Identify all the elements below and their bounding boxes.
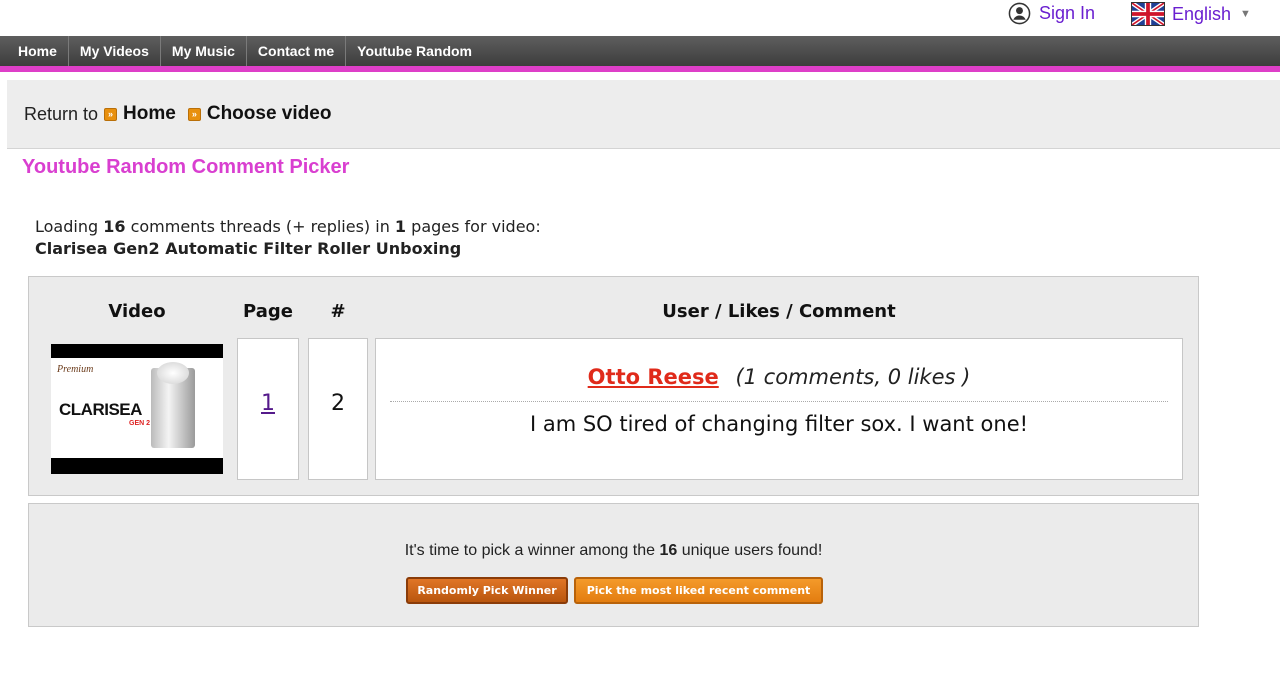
nav-item-my-videos[interactable]: My Videos: [69, 36, 161, 66]
user-name-link[interactable]: Otto Reese: [588, 365, 719, 389]
breadcrumb-prefix: Return to: [24, 103, 99, 124]
breadcrumb-choose-video-link[interactable]: Choose video: [207, 103, 332, 125]
nav-item-my-music[interactable]: My Music: [161, 36, 247, 66]
language-selector[interactable]: English ▼: [1131, 2, 1251, 26]
comment-text: I am SO tired of changing filter sox. I …: [529, 412, 1029, 436]
breadcrumb-home-link[interactable]: Home: [123, 103, 176, 125]
breadcrumb: Return to » Home » Choose video: [7, 80, 1280, 149]
thumbnail-frame: Premium CLARISEA GEN 2: [51, 358, 223, 458]
comment-number: 2: [331, 391, 345, 416]
page-title: Youtube Random Comment Picker: [22, 156, 350, 178]
sign-in-label: Sign In: [1039, 3, 1096, 23]
user-stats: (1 comments, 0 likes ): [735, 365, 971, 389]
chevron-down-icon: ▼: [1240, 8, 1251, 20]
page-count: 1: [394, 217, 407, 236]
winner-prompt: It's time to pick a winner among the 16 …: [29, 542, 1198, 560]
device-roll-image: [157, 362, 189, 384]
user-circle-icon: [1008, 2, 1031, 25]
brand-logo: Premium: [57, 364, 94, 375]
comment-cell: Otto Reese (1 comments, 0 likes ) I am S…: [375, 338, 1183, 480]
most-liked-comment-button[interactable]: Pick the most liked recent comment: [574, 577, 823, 604]
comment-count: 16: [103, 217, 126, 236]
winner-text: unique users found!: [681, 542, 823, 559]
arrow-right-icon: »: [187, 107, 201, 121]
nav-item-home[interactable]: Home: [0, 36, 69, 66]
unique-user-count: 16: [659, 542, 678, 559]
language-label: English: [1172, 3, 1232, 24]
page-cell: 1: [237, 338, 299, 480]
video-thumbnail[interactable]: Premium CLARISEA GEN 2: [51, 344, 223, 474]
winner-panel: It's time to pick a winner among the 16 …: [28, 503, 1199, 627]
uk-flag-icon: [1131, 2, 1165, 26]
main-nav: Home My Videos My Music Contact me Youtu…: [0, 36, 1280, 72]
nav-item-youtube-random[interactable]: Youtube Random: [346, 36, 483, 66]
results-panel: Video Page # User / Likes / Comment Prem…: [28, 276, 1199, 496]
loading-text: comments threads (+ replies) in: [130, 217, 390, 236]
loading-text: pages for video:: [411, 217, 541, 236]
page-link[interactable]: 1: [238, 391, 298, 416]
column-header-video: Video: [108, 301, 166, 322]
user-line: Otto Reese (1 comments, 0 likes ): [376, 365, 1182, 389]
thumbnail-text: CLARISEA: [59, 400, 142, 419]
video-title: Clarisea Gen2 Automatic Filter Roller Un…: [35, 239, 462, 258]
column-header-user-likes-comment: User / Likes / Comment: [662, 301, 896, 322]
arrow-right-icon: »: [104, 107, 118, 121]
column-header-page: Page: [243, 301, 293, 322]
number-cell: 2: [308, 338, 368, 480]
sign-in-link[interactable]: Sign In: [1008, 2, 1095, 25]
column-header-number: #: [330, 301, 346, 322]
loading-info: Loading 16 comments threads (+ replies) …: [35, 216, 541, 260]
top-bar: Sign In English ▼: [0, 0, 1280, 34]
random-pick-winner-button[interactable]: Randomly Pick Winner: [406, 577, 568, 604]
divider: [390, 401, 1168, 402]
thumbnail-subtext: GEN 2: [129, 420, 151, 427]
loading-text: Loading: [35, 217, 99, 236]
winner-text: It's time to pick a winner among the: [404, 542, 656, 559]
nav-item-contact-me[interactable]: Contact me: [247, 36, 347, 66]
